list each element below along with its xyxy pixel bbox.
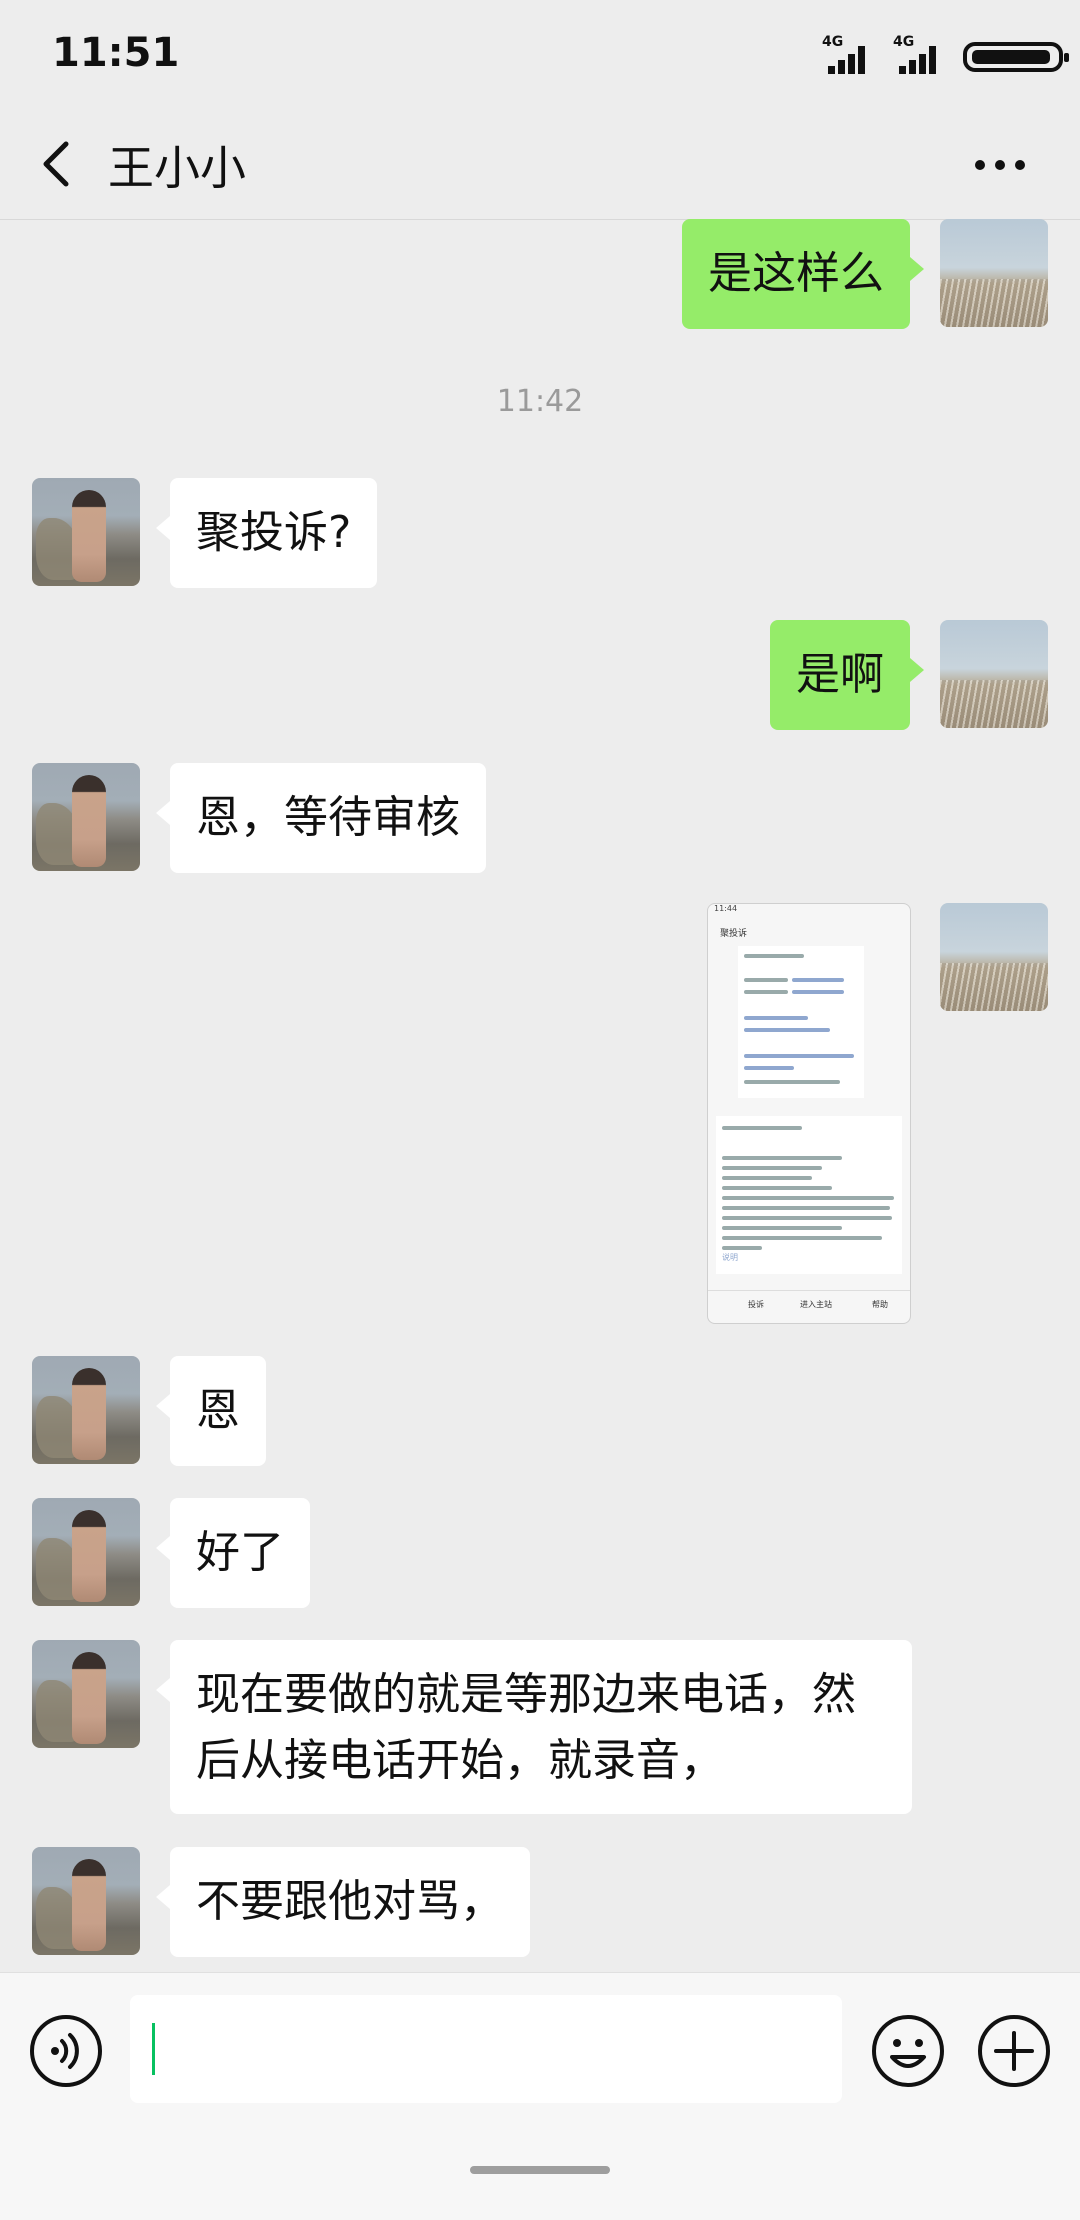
contact-avatar[interactable] bbox=[32, 1640, 140, 1748]
input-bar bbox=[0, 1972, 1080, 2220]
chat-title: 王小小 bbox=[108, 141, 246, 195]
message-input[interactable] bbox=[130, 1995, 842, 2103]
network-label: 4G bbox=[893, 34, 915, 50]
message-bubble-incoming[interactable]: 恩 bbox=[156, 1356, 266, 1466]
my-avatar[interactable] bbox=[940, 219, 1048, 327]
contact-avatar[interactable] bbox=[32, 1847, 140, 1955]
signal-icon: 4G bbox=[893, 34, 941, 74]
more-icon[interactable] bbox=[970, 150, 1030, 180]
image-message[interactable]: 11:44 聚投诉 说明 投诉 进入主站 帮助 bbox=[707, 903, 911, 1324]
back-icon[interactable] bbox=[34, 134, 84, 194]
home-indicator[interactable] bbox=[470, 2166, 610, 2174]
contact-avatar[interactable] bbox=[32, 763, 140, 871]
screenshot-card bbox=[738, 946, 864, 1098]
voice-icon[interactable] bbox=[28, 2013, 104, 2089]
emoji-icon[interactable] bbox=[870, 2013, 946, 2089]
contact-avatar[interactable] bbox=[32, 1498, 140, 1606]
message-bubble-incoming[interactable]: 不要跟他对骂， bbox=[156, 1847, 530, 1957]
screenshot-card-footer: 说明 bbox=[722, 1253, 738, 1262]
signal-icon: 4G bbox=[822, 34, 870, 74]
message-bubble-outgoing[interactable]: 是这样么 bbox=[682, 219, 924, 329]
chat-header: 王小小 bbox=[0, 110, 1080, 220]
plus-icon[interactable] bbox=[976, 2013, 1052, 2089]
status-bar: 11:51 4G 4G bbox=[0, 0, 1080, 110]
message-bubble-incoming[interactable]: 现在要做的就是等那边来电话，然后从接电话开始，就录音， bbox=[156, 1640, 912, 1814]
message-bubble-incoming[interactable]: 聚投诉? bbox=[155, 478, 378, 588]
screenshot-card: 说明 bbox=[716, 1116, 902, 1274]
screenshot-footer-right: 帮助 bbox=[872, 1300, 888, 1309]
screenshot-time: 11:44 bbox=[714, 904, 738, 913]
screenshot-footer: 投诉 进入主站 帮助 bbox=[708, 1290, 910, 1317]
contact-avatar[interactable] bbox=[32, 478, 140, 586]
time-separator: 11:42 bbox=[496, 384, 584, 419]
battery-icon bbox=[963, 42, 1069, 72]
status-time: 11:51 bbox=[52, 30, 180, 76]
message-bubble-incoming[interactable]: 恩，等待审核 bbox=[156, 763, 486, 873]
screenshot-footer-left: 投诉 bbox=[748, 1300, 764, 1309]
my-avatar[interactable] bbox=[940, 620, 1048, 728]
contact-avatar[interactable] bbox=[32, 1356, 140, 1464]
message-bubble-incoming[interactable]: 好了 bbox=[156, 1498, 310, 1608]
text-cursor bbox=[152, 2023, 155, 2075]
screenshot-footer-mid: 进入主站 bbox=[800, 1300, 832, 1309]
message-bubble-outgoing[interactable]: 是啊 bbox=[770, 620, 924, 730]
screenshot-title: 聚投诉 bbox=[720, 929, 748, 939]
my-avatar[interactable] bbox=[940, 903, 1048, 1011]
network-label: 4G bbox=[822, 34, 844, 50]
